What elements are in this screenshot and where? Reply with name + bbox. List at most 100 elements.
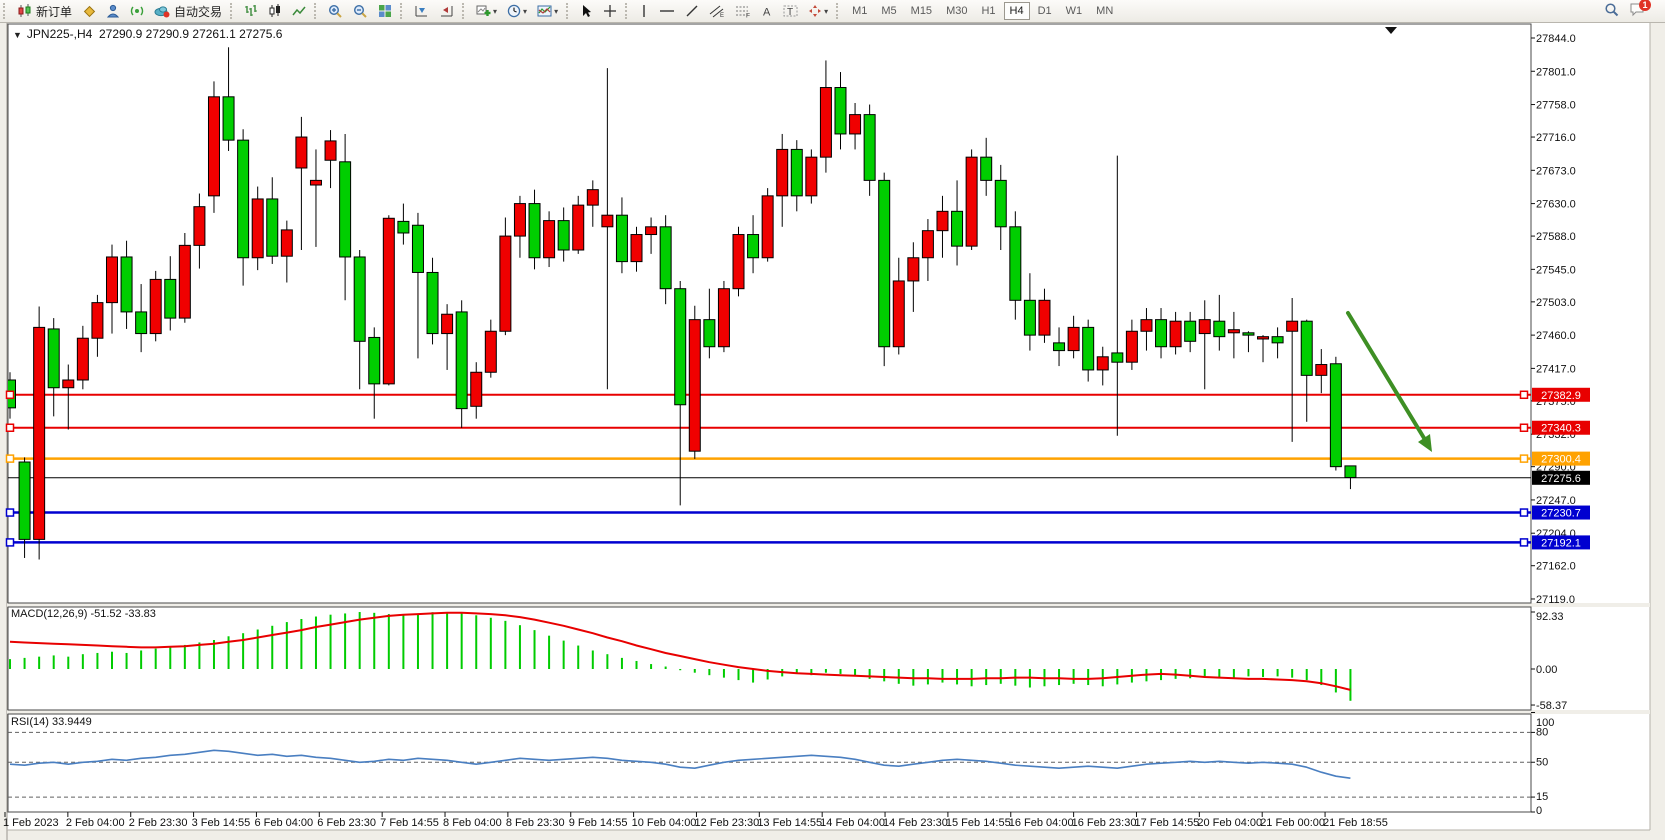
candle xyxy=(1243,333,1254,335)
crosshair-button[interactable] xyxy=(599,1,621,22)
candle xyxy=(995,180,1006,226)
candle xyxy=(733,235,744,289)
toolbar-group-separator xyxy=(400,3,406,19)
line-handle[interactable] xyxy=(1521,455,1528,462)
candle xyxy=(281,230,292,256)
candle xyxy=(791,149,802,195)
text-button[interactable]: A xyxy=(757,1,777,22)
dropdown-caret-icon[interactable]: ▾ xyxy=(493,7,497,16)
candle-chart-button[interactable] xyxy=(264,1,286,22)
candle xyxy=(412,225,423,272)
candle xyxy=(660,227,671,289)
zoom-out-button[interactable] xyxy=(349,1,372,22)
candle xyxy=(1287,321,1298,331)
candle xyxy=(893,281,904,347)
dropdown-caret-icon[interactable]: ▾ xyxy=(824,7,828,16)
vertical-line-button[interactable] xyxy=(635,1,653,22)
candle xyxy=(267,199,278,256)
zoom-in-button[interactable] xyxy=(324,1,347,22)
candle xyxy=(1272,337,1283,343)
horizontal-line-button[interactable] xyxy=(655,1,679,22)
line-handle[interactable] xyxy=(1521,424,1528,431)
trendline-button[interactable] xyxy=(681,1,703,22)
label-button[interactable]: T xyxy=(779,1,802,22)
line-handle[interactable] xyxy=(7,539,14,546)
candle xyxy=(1054,343,1065,351)
data-window-button[interactable] xyxy=(102,1,124,22)
timeframe-toolbar: M1M5M15M30H1H4D1W1MN xyxy=(845,0,1120,22)
line-handle[interactable] xyxy=(1521,391,1528,398)
timeframe-button-m1[interactable]: M1 xyxy=(846,2,873,20)
auto-scroll-button[interactable] xyxy=(435,1,458,22)
time-label: 2 Feb 04:00 xyxy=(66,817,125,829)
time-label: 1 Feb 2023 xyxy=(3,817,59,829)
line-handle[interactable] xyxy=(7,424,14,431)
cursor-button[interactable] xyxy=(576,1,597,22)
chart-canvas[interactable]: 27844.027801.027758.027716.027673.027630… xyxy=(0,0,1665,840)
line-handle[interactable] xyxy=(7,509,14,516)
candle xyxy=(354,257,365,341)
toolbar-button-label: 新订单 xyxy=(36,3,72,20)
candle xyxy=(748,235,759,258)
price-axis-label: 27162.0 xyxy=(1536,561,1576,573)
channel-button[interactable]: E xyxy=(705,1,729,22)
candle xyxy=(631,235,642,262)
shift-out-icon xyxy=(439,4,454,18)
toolbar-group xyxy=(239,0,311,22)
timeframe-button-h1[interactable]: H1 xyxy=(975,2,1001,20)
price-badge-27230.7: 27230.7 xyxy=(1532,506,1590,520)
arrows-button[interactable]: ▾ xyxy=(804,1,832,22)
fibonacci-button[interactable]: F xyxy=(731,1,755,22)
signals-button[interactable] xyxy=(126,1,148,22)
toolbar-group-separator xyxy=(836,3,842,19)
svg-text:27192.1: 27192.1 xyxy=(1541,537,1581,549)
line-handle[interactable] xyxy=(1521,509,1528,516)
search-button[interactable] xyxy=(1604,2,1619,22)
toolbar-group-separator xyxy=(314,3,320,19)
new-order-button[interactable]: 新订单 xyxy=(13,1,76,22)
candle xyxy=(573,205,584,250)
candle xyxy=(587,190,598,205)
timeframe-button-w1[interactable]: W1 xyxy=(1060,2,1089,20)
time-label: 6 Feb 23:30 xyxy=(317,817,376,829)
dropdown-caret-icon[interactable]: ▾ xyxy=(554,7,558,16)
line-handle[interactable] xyxy=(1521,539,1528,546)
timeframe-button-h4[interactable]: H4 xyxy=(1004,2,1030,20)
line-handle[interactable] xyxy=(7,391,14,398)
timeframe-button-m5[interactable]: M5 xyxy=(875,2,902,20)
candle xyxy=(1199,320,1210,334)
candle xyxy=(1112,353,1123,362)
time-axis[interactable]: 1 Feb 20232 Feb 04:002 Feb 23:303 Feb 14… xyxy=(0,817,1665,831)
periods-button[interactable]: ▾ xyxy=(503,1,531,22)
notifications-button[interactable]: 1 xyxy=(1629,2,1645,22)
symbol-dropdown-icon[interactable]: ▼ xyxy=(13,30,22,40)
candle xyxy=(471,372,482,406)
timeframe-button-m15[interactable]: M15 xyxy=(905,2,938,20)
toolbar-group-separator xyxy=(230,3,236,19)
candle xyxy=(922,231,933,258)
templates-button[interactable]: ▾ xyxy=(533,1,562,22)
chart-shift-button[interactable] xyxy=(410,1,433,22)
dropdown-caret-icon[interactable]: ▾ xyxy=(523,7,527,16)
svg-text:T: T xyxy=(787,7,793,18)
time-label: 3 Feb 14:55 xyxy=(192,817,251,829)
new-chart-button[interactable]: ▾ xyxy=(472,1,501,22)
time-label: 17 Feb 14:55 xyxy=(1134,817,1199,829)
time-label: 15 Feb 14:55 xyxy=(946,817,1011,829)
toolbar-group-separator xyxy=(625,3,631,19)
svg-text:27275.6: 27275.6 xyxy=(1541,473,1581,485)
auto-trading-button[interactable]: 自动交易 xyxy=(150,1,226,22)
line-chart-button[interactable] xyxy=(288,1,310,22)
timeframe-button-d1[interactable]: D1 xyxy=(1032,2,1058,20)
candle xyxy=(777,149,788,195)
tile-windows-button[interactable] xyxy=(374,1,396,22)
line-handle[interactable] xyxy=(7,455,14,462)
timeframe-button-m30[interactable]: M30 xyxy=(940,2,973,20)
candle xyxy=(864,115,875,181)
time-label: 21 Feb 00:00 xyxy=(1260,817,1325,829)
market-watch-button[interactable] xyxy=(78,1,100,22)
candle xyxy=(179,245,190,318)
bar-chart-button[interactable] xyxy=(240,1,262,22)
timeframe-button-mn[interactable]: MN xyxy=(1090,2,1119,20)
candle xyxy=(1301,321,1312,375)
